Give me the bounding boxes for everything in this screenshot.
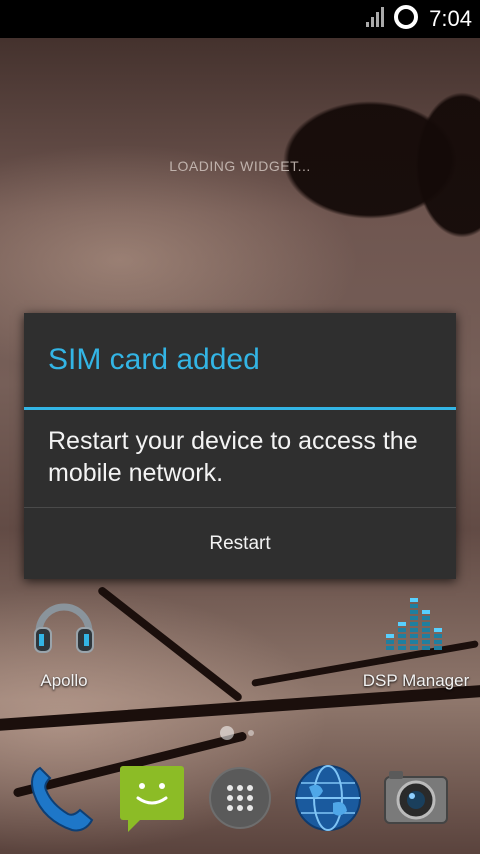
app-drawer-icon bbox=[207, 765, 273, 836]
browser-icon bbox=[293, 763, 363, 838]
dialog-title: SIM card added bbox=[48, 343, 260, 376]
dialog-message: Restart your device to access the mobile… bbox=[48, 427, 418, 487]
status-bar: 7:04 bbox=[0, 0, 480, 38]
dock-messaging-button[interactable] bbox=[112, 760, 192, 840]
page-dot bbox=[248, 730, 254, 736]
phone-icon bbox=[22, 760, 98, 841]
battery-ring-icon bbox=[393, 4, 419, 35]
messaging-icon bbox=[114, 760, 190, 841]
restart-button[interactable]: Restart bbox=[24, 508, 456, 579]
dock-camera-button[interactable] bbox=[376, 760, 456, 840]
app-shortcut-apollo[interactable]: Apollo bbox=[9, 590, 119, 691]
loading-widget-placeholder: LOADING WIDGET... bbox=[169, 158, 311, 174]
dock-app-drawer-button[interactable] bbox=[200, 760, 280, 840]
headphones-icon bbox=[29, 603, 99, 664]
app-label: Apollo bbox=[40, 671, 88, 690]
equalizer-icon bbox=[381, 598, 451, 664]
page-indicator bbox=[220, 726, 254, 740]
page-dot-active bbox=[220, 726, 234, 740]
clock: 7:04 bbox=[429, 6, 472, 31]
signal-icon bbox=[365, 6, 387, 33]
dock bbox=[0, 760, 480, 840]
app-label: DSP Manager bbox=[362, 671, 470, 690]
dock-browser-button[interactable] bbox=[288, 760, 368, 840]
camera-icon bbox=[381, 763, 451, 838]
app-shortcut-dsp-manager[interactable]: DSP Manager bbox=[361, 590, 471, 691]
branch-twig bbox=[0, 683, 480, 733]
title-divider bbox=[24, 407, 456, 410]
dock-phone-button[interactable] bbox=[20, 760, 100, 840]
sim-card-added-dialog: SIM card added Restart your device to ac… bbox=[24, 313, 456, 579]
